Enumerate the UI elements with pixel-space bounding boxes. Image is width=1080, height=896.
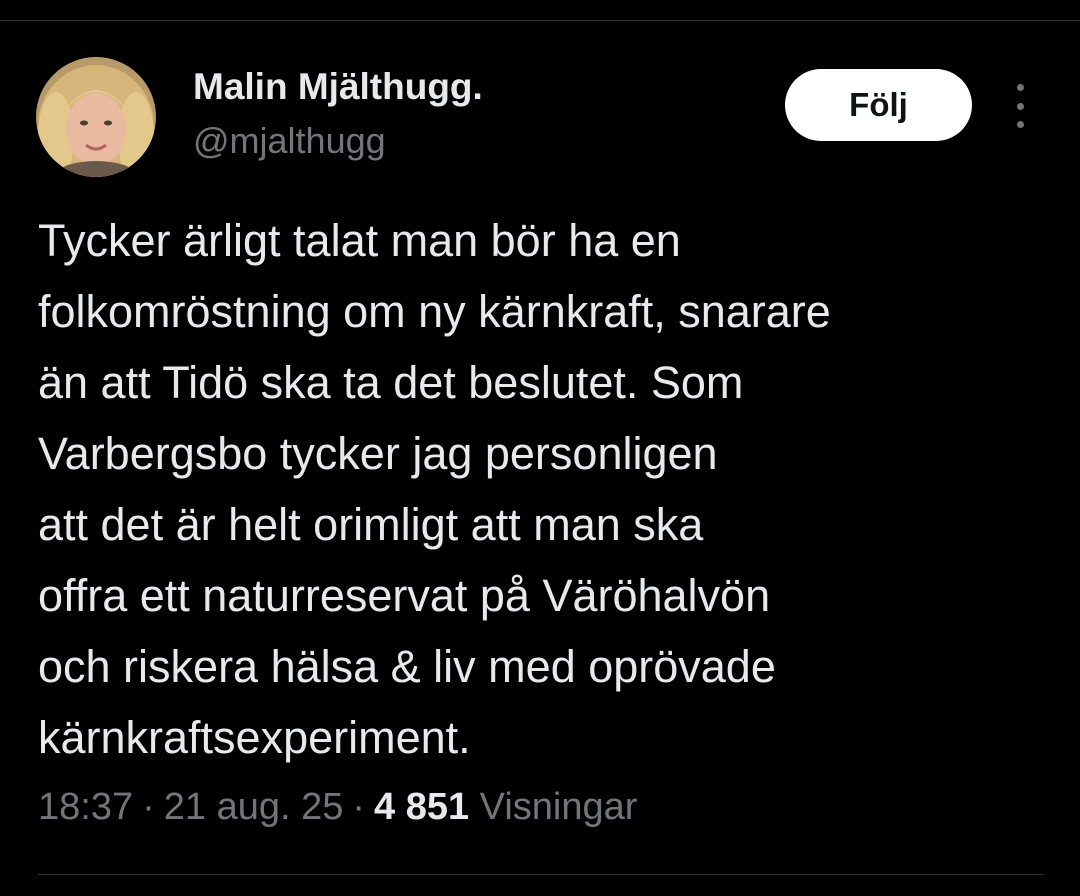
- meta-separator: ·: [352, 786, 366, 828]
- tweet-line: offra ett naturreservat på Väröhalvön: [38, 570, 771, 621]
- tweet-meta: 18:37 · 21 aug. 25 · 4 851 Visningar: [38, 786, 637, 829]
- more-dot: [1016, 84, 1024, 91]
- more-dot: [1016, 102, 1024, 110]
- tweet-time[interactable]: 18:37: [38, 786, 133, 828]
- author-handle[interactable]: @mjalthugg: [193, 120, 386, 162]
- meta-separator: ·: [142, 786, 155, 828]
- views-count: 4 851: [374, 786, 470, 828]
- bottom-divider: [38, 874, 1044, 875]
- tweet-line: Varbergsbo tycker jag personligen: [38, 428, 718, 479]
- more-vertical-icon[interactable]: [1006, 84, 1034, 128]
- tweet-line: Tycker ärligt talat man bör ha en: [38, 215, 681, 266]
- tweet-text: Tycker ärligt talat man bör ha en folkom…: [38, 205, 1048, 773]
- more-dot: [1016, 121, 1024, 128]
- top-divider: [0, 20, 1080, 21]
- tweet-line: och riskera hälsa & liv med oprövade: [38, 641, 776, 692]
- tweet-line: kärnkraftsexperiment.: [38, 712, 471, 763]
- views-label: Visningar: [479, 786, 638, 828]
- tweet-line: folkomröstning om ny kärnkraft, snarare: [38, 286, 831, 337]
- follow-button[interactable]: Följ: [785, 69, 972, 141]
- avatar[interactable]: [36, 57, 156, 177]
- tweet-date[interactable]: 21 aug. 25: [164, 786, 344, 828]
- author-name[interactable]: Malin Mjälthugg.: [193, 66, 483, 108]
- tweet-line: att det är helt orimligt att man ska: [38, 499, 704, 550]
- tweet-line: än att Tidö ska ta det beslutet. Som: [38, 357, 744, 408]
- avatar-image: [36, 57, 156, 177]
